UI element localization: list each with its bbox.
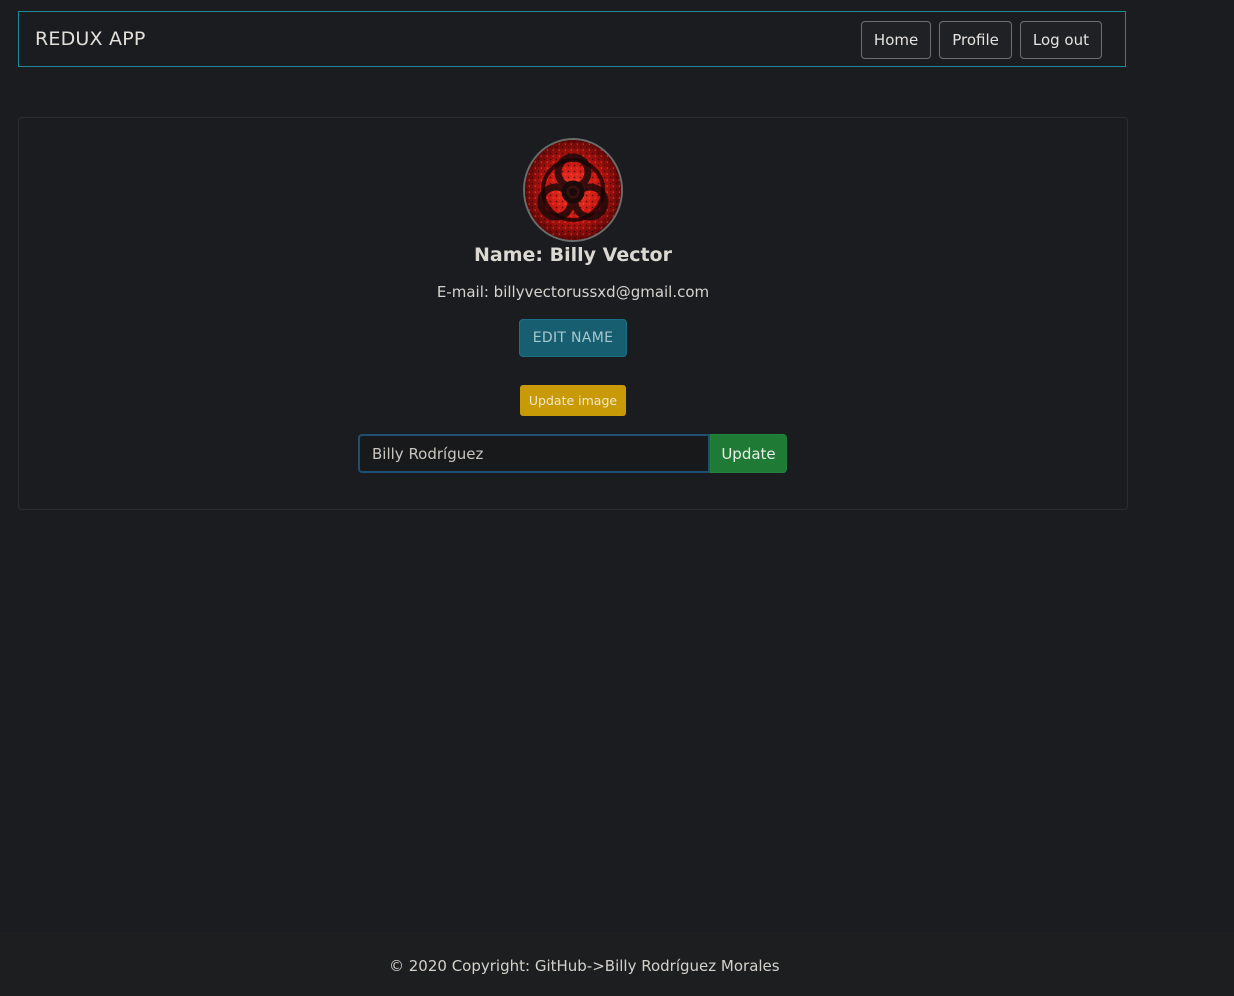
- profile-button[interactable]: Profile: [939, 21, 1012, 59]
- footer: © 2020 Copyright: GitHub->Billy Rodrígue…: [0, 932, 1234, 996]
- copyright-text: © 2020 Copyright:: [389, 957, 535, 975]
- profile-card: Name: Billy Vector E-mail: billyvectorus…: [18, 117, 1128, 510]
- navbar: REDUX APP Home Profile Log out: [18, 11, 1126, 67]
- update-name-button[interactable]: Update: [710, 434, 787, 473]
- footer-copyright: © 2020 Copyright: GitHub->Billy Rodrígue…: [389, 957, 780, 975]
- update-image-button[interactable]: Update image: [520, 385, 626, 416]
- edit-name-form: Update: [358, 434, 787, 473]
- brand-title[interactable]: REDUX APP: [35, 28, 146, 50]
- logout-button[interactable]: Log out: [1019, 21, 1102, 59]
- biohazard-avatar-icon: [525, 140, 621, 240]
- profile-name: Name: Billy Vector: [474, 244, 672, 266]
- github-link[interactable]: GitHub->Billy Rodríguez Morales: [535, 957, 780, 975]
- nav-buttons: Home Profile Log out: [860, 21, 1102, 59]
- name-input[interactable]: [358, 434, 710, 473]
- home-button[interactable]: Home: [860, 21, 932, 59]
- edit-name-button[interactable]: EDIT NAME: [519, 319, 627, 357]
- page: REDUX APP Home Profile Log out Name: Bil…: [0, 0, 1234, 996]
- profile-email: E-mail: billyvectorussxd@gmail.com: [436, 283, 710, 301]
- avatar: [523, 138, 623, 242]
